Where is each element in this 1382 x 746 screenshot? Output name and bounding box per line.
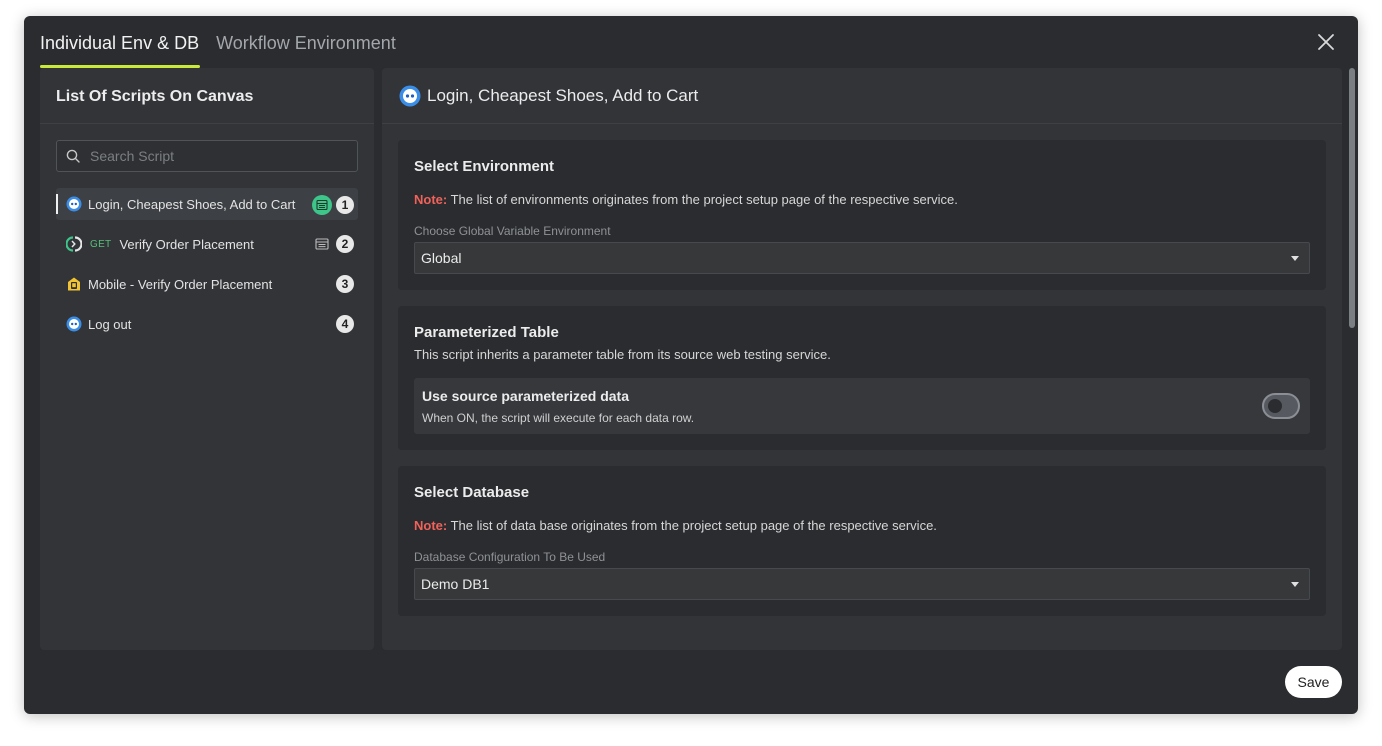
database-field-label: Database Configuration To Be Used — [414, 550, 606, 564]
environment-modal: Individual Env & DB Workflow Environment… — [24, 16, 1358, 714]
note-prefix: Note: — [414, 192, 448, 207]
web-bot-icon — [66, 316, 82, 332]
parameterized-table-card: Parameterized Table This script inherits… — [398, 306, 1326, 450]
script-item-label: Log out — [88, 316, 132, 332]
toggle-description: When ON, the script will execute for eac… — [422, 411, 695, 425]
parameterized-table-description: This script inherits a parameter table f… — [414, 347, 831, 362]
search-icon — [66, 149, 80, 163]
save-button[interactable]: Save — [1285, 666, 1342, 698]
script-order-badge: 3 — [336, 275, 354, 293]
script-item-mobile-verify-order[interactable]: Mobile - Verify Order Placement 3 — [56, 268, 358, 300]
search-input[interactable] — [88, 147, 348, 165]
parameter-table-icon[interactable] — [314, 236, 330, 252]
web-bot-icon — [399, 85, 421, 107]
source-data-toggle-row: Use source parameterized data When ON, t… — [414, 378, 1310, 434]
script-item-login-cheapest-shoes[interactable]: Login, Cheapest Shoes, Add to Cart 1 — [56, 188, 358, 220]
parameter-table-icon[interactable] — [312, 195, 332, 215]
toggle-title: Use source parameterized data — [422, 388, 629, 404]
note-text: The list of environments originates from… — [447, 192, 958, 207]
global-env-field-label: Choose Global Variable Environment — [414, 224, 611, 238]
caret-down-icon — [1291, 256, 1299, 261]
script-order-badge: 1 — [336, 196, 354, 214]
tab-individual-env-db[interactable]: Individual Env & DB — [40, 16, 201, 68]
database-note: Note: The list of data base originates f… — [414, 518, 937, 533]
search-box — [56, 140, 358, 172]
select-environment-card: Select Environment Note: The list of env… — [398, 140, 1326, 290]
selected-script-title: Login, Cheapest Shoes, Add to Cart — [427, 85, 699, 105]
close-icon[interactable] — [1316, 32, 1336, 52]
tab-bar: Individual Env & DB Workflow Environment — [40, 16, 413, 68]
global-env-select[interactable]: Global — [414, 242, 1310, 274]
tab-workflow-environment[interactable]: Workflow Environment — [216, 16, 396, 68]
global-env-value: Global — [421, 250, 462, 266]
note-prefix: Note: — [414, 518, 448, 533]
database-select[interactable]: Demo DB1 — [414, 568, 1310, 600]
script-item-log-out[interactable]: Log out 4 — [56, 308, 358, 340]
script-list-panel: List Of Scripts On Canvas Login, Cheapes… — [40, 68, 374, 650]
script-list: Login, Cheapest Shoes, Add to Cart 1 GET… — [56, 188, 358, 348]
scrollbar-thumb[interactable] — [1349, 68, 1355, 328]
source-data-toggle[interactable] — [1262, 393, 1300, 419]
mobile-icon — [66, 276, 82, 292]
script-item-label: Verify Order Placement — [119, 236, 254, 252]
script-item-label: Mobile - Verify Order Placement — [88, 276, 273, 292]
script-settings-panel: Login, Cheapest Shoes, Add to Cart Selec… — [382, 68, 1342, 650]
note-text: The list of data base originates from th… — [447, 518, 937, 533]
script-order-badge: 2 — [336, 235, 354, 253]
web-bot-icon — [66, 196, 82, 212]
select-database-title: Select Database — [414, 484, 530, 501]
script-item-verify-order-placement[interactable]: GET Verify Order Placement 2 — [56, 228, 358, 260]
parameterized-table-title: Parameterized Table — [414, 324, 559, 341]
script-order-badge: 4 — [336, 315, 354, 333]
environment-note: Note: The list of environments originate… — [414, 192, 958, 207]
api-icon — [65, 236, 83, 252]
script-list-title: List Of Scripts On Canvas — [40, 68, 374, 124]
select-environment-title: Select Environment — [414, 158, 555, 175]
database-value: Demo DB1 — [421, 576, 490, 592]
script-settings-header: Login, Cheapest Shoes, Add to Cart — [382, 68, 1342, 124]
caret-down-icon — [1291, 582, 1299, 587]
toggle-knob — [1268, 399, 1282, 413]
http-method-label: GET — [90, 238, 112, 250]
script-item-label: Login, Cheapest Shoes, Add to Cart — [88, 196, 296, 212]
select-database-card: Select Database Note: The list of data b… — [398, 466, 1326, 616]
